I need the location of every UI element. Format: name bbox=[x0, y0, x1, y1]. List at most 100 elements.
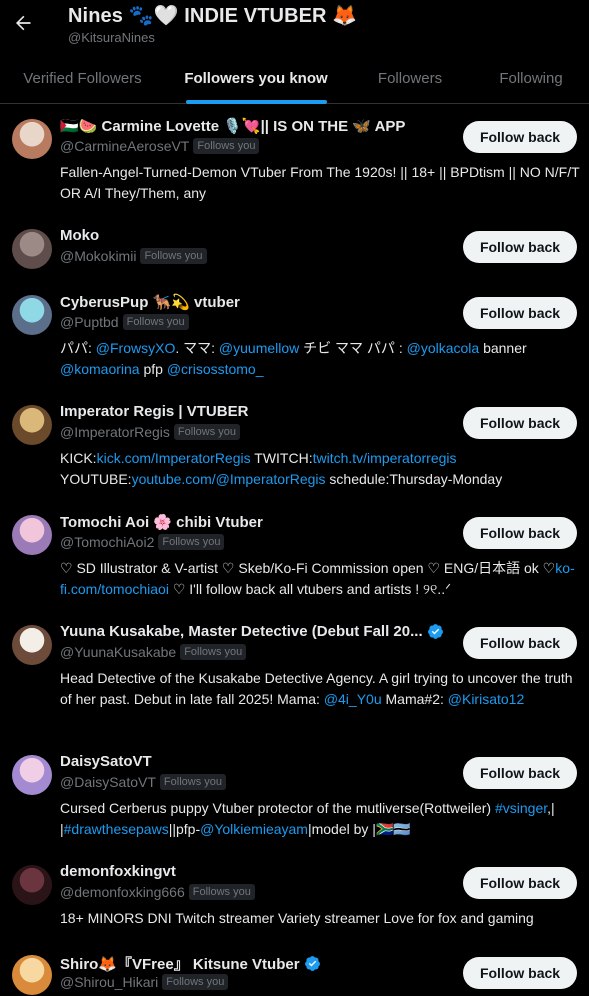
tab-label: Verified Followers bbox=[23, 69, 142, 87]
user-handle[interactable]: @demonfoxking666 bbox=[60, 884, 185, 900]
user-handle-line: @CarmineAeroseVT Follows you bbox=[60, 138, 260, 154]
user-handle[interactable]: @CarmineAeroseVT bbox=[60, 138, 189, 154]
user-display-name[interactable]: Tomochi Aoi 🌸 chibi Vtuber bbox=[60, 513, 263, 531]
user-row[interactable]: Tomochi Aoi 🌸 chibi Vtuber @TomochiAoi2 Fo… bbox=[0, 501, 589, 611]
follow-back-button[interactable]: Follow back bbox=[463, 231, 577, 263]
bio-link[interactable]: twitch.tv/imperatorregis bbox=[313, 450, 457, 466]
user-bio: KICK:kick.com/ImperatorRegis TWITCH:twit… bbox=[60, 448, 582, 490]
bio-text: ||pfp- bbox=[168, 821, 201, 837]
bio-text: ♡ SD Illustrator & V-artist ♡ Skeb/Ko-Fi… bbox=[60, 560, 556, 576]
avatar[interactable] bbox=[12, 405, 52, 445]
bio-link[interactable]: @FrowsyXO bbox=[96, 340, 176, 356]
bio-link[interactable]: @4i_Y0u bbox=[324, 691, 382, 707]
user-display-name[interactable]: 🇵🇸🍉 Carmine Lovette 🎙️💘|| IS ON THE 🦋 AP… bbox=[60, 117, 405, 135]
user-name-text: Imperator Regis | VTUBER bbox=[60, 403, 249, 420]
avatar[interactable] bbox=[12, 955, 52, 995]
verified-badge-icon bbox=[427, 624, 443, 639]
follow-back-button[interactable]: Follow back bbox=[463, 297, 577, 329]
follow-back-button[interactable]: Follow back bbox=[463, 517, 577, 549]
tab-label: Followers bbox=[377, 69, 443, 87]
follows-you-badge: Follows you bbox=[122, 314, 189, 330]
profile-header: Nines 🐾🤍 INDIE VTUBER 🦊 @KitsuraNines bbox=[0, 0, 589, 52]
user-display-name[interactable]: Yuuna Kusakabe, Master Detective (Debut … bbox=[60, 623, 444, 640]
tab-verified-followers[interactable]: Verified Followers bbox=[0, 52, 165, 104]
follows-you-badge: Follows you bbox=[193, 138, 260, 154]
user-handle-line: @demonfoxking666 Follows you bbox=[60, 884, 255, 900]
bio-text: |model by |🇿🇦🇧🇼 bbox=[307, 821, 411, 837]
user-name-text: 🇵🇸🍉 Carmine Lovette 🎙️💘|| IS ON THE 🦋 AP… bbox=[60, 118, 406, 135]
user-display-name[interactable]: Moko bbox=[60, 227, 99, 244]
profile-handle: @KitsuraNines bbox=[68, 30, 155, 45]
user-bio: 18+ MINORS DNI Twitch streamer Variety s… bbox=[60, 908, 582, 929]
back-arrow-icon[interactable] bbox=[8, 8, 38, 38]
bio-link[interactable]: #vsinger bbox=[495, 800, 547, 816]
user-handle[interactable]: @Puptbd bbox=[60, 314, 119, 330]
bio-link[interactable]: #drawthesepaws bbox=[64, 821, 169, 837]
user-row[interactable]: Moko @Mokokimii Follows you Follow back bbox=[0, 215, 589, 281]
avatar[interactable] bbox=[12, 515, 52, 555]
avatar[interactable] bbox=[12, 295, 52, 335]
tab-followers[interactable]: Followers bbox=[347, 52, 473, 104]
bio-text: Fallen-Angel-Turned-Demon VTuber From Th… bbox=[60, 164, 580, 201]
bio-link[interactable]: @Yolkiemieayam bbox=[200, 821, 308, 837]
user-row[interactable]: Imperator Regis | VTUBER @ImperatorRegis F… bbox=[0, 391, 589, 501]
user-display-name[interactable]: Shiro🦊『VFree』 Kitsune Vtuber bbox=[60, 953, 321, 974]
bio-link[interactable]: @komaorina bbox=[60, 361, 140, 377]
user-handle-line: @DaisySatoVT Follows you bbox=[60, 774, 226, 790]
follows-you-badge: Follows you bbox=[158, 534, 225, 550]
avatar[interactable] bbox=[12, 755, 52, 795]
user-handle[interactable]: @DaisySatoVT bbox=[60, 774, 156, 790]
user-row[interactable]: DaisySatoVT @DaisySatoVT Follows you Cursed… bbox=[0, 741, 589, 851]
follow-back-button[interactable]: Follow back bbox=[463, 121, 577, 153]
follow-back-button[interactable]: Follow back bbox=[463, 957, 577, 989]
user-display-name[interactable]: Imperator Regis | VTUBER bbox=[60, 403, 248, 420]
bio-text: Mama#2: bbox=[381, 691, 448, 707]
bio-link[interactable]: @yuumellow bbox=[219, 340, 299, 356]
avatar[interactable] bbox=[12, 865, 52, 905]
user-bio: ♡ SD Illustrator & V-artist ♡ Skeb/Ko-Fi… bbox=[60, 558, 582, 600]
active-tab-indicator bbox=[185, 100, 327, 104]
user-name-text: Yuuna Kusakabe, Master Detective (Debut … bbox=[60, 623, 423, 640]
verified-badge-icon bbox=[304, 956, 320, 971]
user-row[interactable]: demonfoxkingvt @demonfoxking666 Follows yo… bbox=[0, 851, 589, 941]
user-handle[interactable]: @Mokokimii bbox=[60, 248, 136, 264]
user-handle[interactable]: @TomochiAoi2 bbox=[60, 534, 154, 550]
user-row[interactable]: CyberusPup 🐕‍🦺💫 vtuber @Puptbd Follows you… bbox=[0, 281, 589, 391]
follow-back-button[interactable]: Follow back bbox=[463, 407, 577, 439]
user-name-text: demonfoxkingvt bbox=[60, 863, 176, 880]
user-handle[interactable]: @YuunaKusakabe bbox=[60, 644, 176, 660]
user-handle[interactable]: @ImperatorRegis bbox=[60, 424, 170, 440]
user-display-name[interactable]: CyberusPup 🐕‍🦺💫 vtuber bbox=[60, 293, 240, 311]
user-handle-line: @TomochiAoi2 Follows you bbox=[60, 534, 225, 550]
bio-link[interactable]: @Kirisato12 bbox=[448, 691, 524, 707]
bio-text: YOUTUBE: bbox=[60, 471, 132, 487]
user-bio: Cursed Cerberus puppy Vtuber protector o… bbox=[60, 798, 582, 840]
user-display-name[interactable]: DaisySatoVT bbox=[60, 753, 152, 770]
user-row[interactable]: Shiro🦊『VFree』 Kitsune Vtuber @Shirou_Hika… bbox=[0, 941, 589, 996]
bio-link[interactable]: @crisosstomo_ bbox=[167, 361, 264, 377]
tab-followers-you-know[interactable]: Followers you know bbox=[165, 52, 347, 104]
user-display-name[interactable]: demonfoxkingvt bbox=[60, 863, 176, 880]
user-bio: Head Detective of the Kusakabe Detective… bbox=[60, 668, 582, 710]
user-row[interactable]: Yuuna Kusakabe, Master Detective (Debut … bbox=[0, 611, 589, 741]
user-name-text: DaisySatoVT bbox=[60, 753, 152, 770]
user-handle-line: @YuunaKusakabe Follows you bbox=[60, 644, 247, 660]
bio-text: パパ: bbox=[60, 340, 96, 356]
avatar[interactable] bbox=[12, 119, 52, 159]
avatar[interactable] bbox=[12, 625, 52, 665]
bio-link[interactable]: youtube.com/@ImperatorRegis bbox=[132, 471, 326, 487]
follow-back-button[interactable]: Follow back bbox=[463, 867, 577, 899]
user-handle-line: @Puptbd Follows you bbox=[60, 314, 189, 330]
user-handle[interactable]: @Shirou_Hikari bbox=[60, 974, 158, 990]
follow-back-button[interactable]: Follow back bbox=[463, 757, 577, 789]
bio-text: KICK: bbox=[60, 450, 97, 466]
bio-link[interactable]: kick.com/ImperatorRegis bbox=[97, 450, 251, 466]
follows-you-badge: Follows you bbox=[162, 974, 229, 990]
follow-back-button[interactable]: Follow back bbox=[463, 627, 577, 659]
avatar[interactable] bbox=[12, 229, 52, 269]
user-row[interactable]: 🇵🇸🍉 Carmine Lovette 🎙️💘|| IS ON THE 🦋 AP… bbox=[0, 105, 589, 215]
user-name-text: CyberusPup 🐕‍🦺💫 vtuber bbox=[60, 294, 240, 311]
tab-following[interactable]: Following bbox=[473, 52, 589, 104]
bio-text: pfp bbox=[139, 361, 167, 377]
bio-link[interactable]: @yolkacola bbox=[407, 340, 480, 356]
